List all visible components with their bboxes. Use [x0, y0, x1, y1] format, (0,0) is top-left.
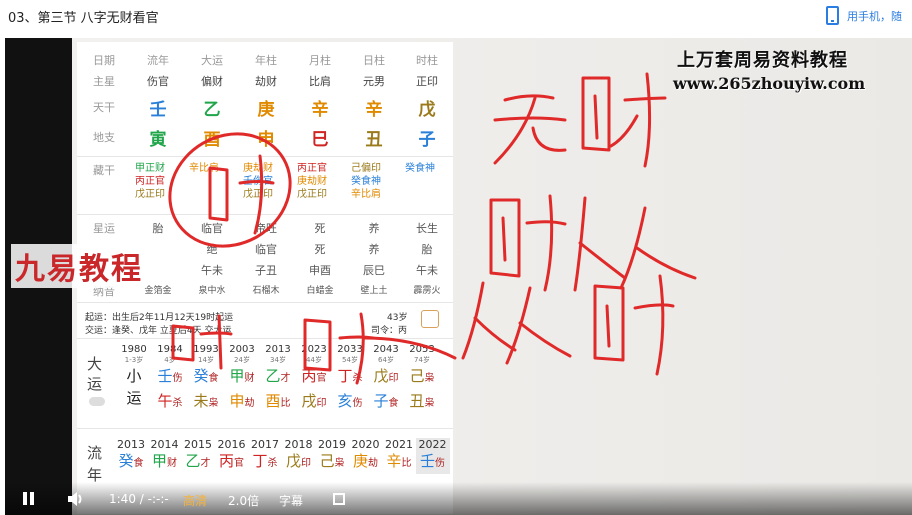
handwriting-annotation [168, 72, 697, 385]
phone-icon [826, 6, 839, 25]
video-title: 03、第三节 八字无财看官 [8, 11, 159, 26]
fullscreen-icon[interactable] [333, 493, 345, 505]
subtitle-button[interactable]: 字幕 [279, 492, 303, 509]
volume-icon[interactable] [67, 491, 85, 507]
video-player[interactable]: 日期 流年 大运 年柱 月柱 日柱 时柱 主星 伤官 偏财 劫财 比肩 元男 正… [5, 38, 912, 515]
pause-icon[interactable] [23, 492, 27, 505]
mobile-link[interactable]: 用手机，随 [826, 6, 902, 25]
control-bar: 1:40 / -:-:- 高清 2.0倍 字幕 [5, 482, 912, 515]
mobile-label: 用手机，随 [847, 9, 902, 23]
top-bar: 03、第三节 八字无财看官 用手机，随 [0, 0, 912, 38]
time-display: 1:40 / -:-:- [109, 492, 169, 506]
speed-button[interactable]: 2.0倍 [228, 492, 259, 509]
quality-button[interactable]: 高清 [183, 492, 207, 509]
